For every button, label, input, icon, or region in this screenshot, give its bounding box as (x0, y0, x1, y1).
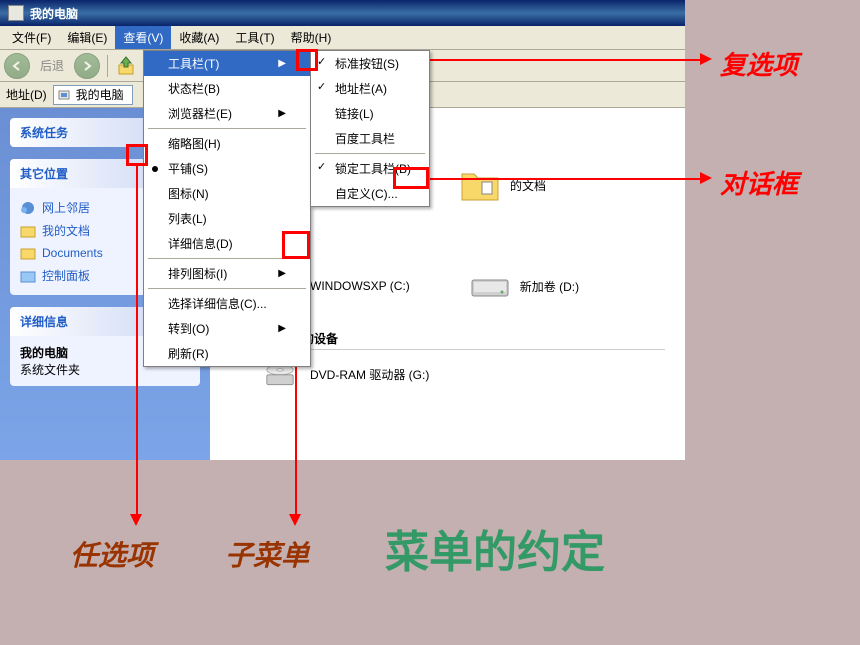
window-icon (8, 5, 24, 21)
menu-view[interactable]: 查看(V) (115, 26, 171, 49)
annotation-box-dialog (393, 167, 429, 189)
sm-address[interactable]: ✓ 地址栏(A) (311, 76, 429, 101)
folder-icon (20, 245, 36, 261)
menu-separator (148, 288, 306, 289)
address-value: 我的电脑 (76, 86, 124, 103)
dd-goto[interactable]: 转到(O) ▶ (144, 316, 310, 341)
check-icon: ✓ (317, 160, 326, 173)
folder-icon (460, 168, 500, 202)
dd-arrange[interactable]: 排列图标(I) ▶ (144, 261, 310, 286)
titlebar[interactable]: 我的电脑 (0, 0, 685, 26)
submenu-arrow-icon: ▶ (278, 268, 286, 279)
address-input[interactable]: 我的电脑 (53, 85, 133, 105)
arrow-head (130, 514, 142, 526)
file-label: WINDOWSXP (C:) (310, 279, 410, 293)
arrow-head (700, 172, 712, 184)
menu-favorites[interactable]: 收藏(A) (171, 26, 227, 49)
dd-refresh[interactable]: 刷新(R) (144, 341, 310, 366)
dd-toolbars[interactable]: 工具栏(T) ▶ (144, 51, 310, 76)
dd-thumbnails[interactable]: 缩略图(H) (144, 131, 310, 156)
annotation-title: 菜单的约定 (385, 516, 605, 580)
annotation-box-radio (126, 144, 148, 166)
drive-icon (470, 272, 510, 300)
forward-button[interactable] (74, 53, 100, 79)
sm-links[interactable]: 链接(L) (311, 101, 429, 126)
annotation-submenu: 子菜单 (225, 534, 309, 574)
file-label: DVD-RAM 驱动器 (G:) (310, 366, 429, 383)
up-icon[interactable] (115, 55, 137, 77)
annotation-radio: 任选项 (70, 534, 154, 574)
back-button[interactable] (4, 53, 30, 79)
file-label: 新加卷 (D:) (520, 278, 579, 295)
menu-file[interactable]: 文件(F) (4, 26, 59, 49)
dd-explorer[interactable]: 浏览器栏(E) ▶ (144, 101, 310, 126)
check-icon: ✓ (317, 55, 326, 68)
radio-dot-icon (152, 166, 158, 172)
menubar: 文件(F) 编辑(E) 查看(V) 收藏(A) 工具(T) 帮助(H) (0, 26, 685, 50)
annotation-box-checkbox (296, 49, 318, 71)
menu-tools[interactable]: 工具(T) (227, 26, 282, 49)
sm-standard[interactable]: ✓ 标准按钮(S) (311, 51, 429, 76)
dd-statusbar[interactable]: 状态栏(B) (144, 76, 310, 101)
annotation-box-submenu (282, 231, 310, 259)
menu-separator (315, 153, 425, 154)
dd-list[interactable]: 列表(L) (144, 206, 310, 231)
submenu-arrow-icon: ▶ (278, 323, 286, 334)
control-panel-icon (20, 268, 36, 284)
arrow-line (429, 178, 703, 180)
menu-help[interactable]: 帮助(H) (283, 26, 340, 49)
dd-icons[interactable]: 图标(N) (144, 181, 310, 206)
arrow-head (289, 514, 301, 526)
file-item-d-drive[interactable]: 新加卷 (D:) (470, 272, 579, 300)
annotation-checkbox: 复选项 (720, 45, 798, 82)
address-label: 地址(D) (6, 86, 47, 103)
arrow-head (700, 53, 712, 65)
toolbar-separator (107, 55, 108, 77)
menu-separator (148, 128, 306, 129)
dd-choose[interactable]: 选择详细信息(C)... (144, 291, 310, 316)
window-title: 我的电脑 (30, 5, 78, 22)
check-icon: ✓ (317, 80, 326, 93)
annotation-dialog: 对话框 (720, 164, 798, 201)
submenu-arrow-icon: ▶ (278, 58, 286, 69)
submenu-arrow-icon: ▶ (278, 108, 286, 119)
file-item-docs[interactable]: 的文档 (460, 168, 546, 202)
dd-tiles[interactable]: 平铺(S) (144, 156, 310, 181)
folder-icon (20, 223, 36, 239)
arrow-line (136, 166, 138, 516)
view-dropdown: 工具栏(T) ▶ 状态栏(B) 浏览器栏(E) ▶ 缩略图(H) 平铺(S) 图… (143, 50, 311, 367)
menu-edit[interactable]: 编辑(E) (59, 26, 115, 49)
network-icon (20, 200, 36, 216)
sm-baidu[interactable]: 百度工具栏 (311, 126, 429, 151)
back-label: 后退 (34, 57, 70, 74)
